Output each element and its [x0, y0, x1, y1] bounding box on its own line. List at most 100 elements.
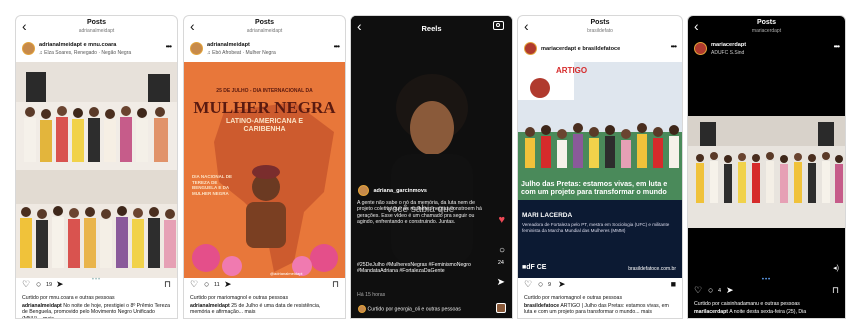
reels-screen: você sabia que ‹ Reels adriana_garcinmov… [350, 15, 513, 319]
liked-by-text[interactable]: Curtido por mnu.coara e outras pessoas [22, 295, 115, 301]
reel-username[interactable]: adriana_garcinmovs [373, 188, 427, 194]
liked-by-text[interactable]: Curtido por georgia_oli e outras pessoas [367, 306, 460, 312]
share-icon[interactable]: ➤ [224, 280, 232, 289]
more-options-icon[interactable]: ••• [166, 42, 172, 51]
post-screen-2: ‹ Posts adrianalmeidapt adrianalmeidapt … [183, 15, 346, 319]
like-heart-icon[interactable]: ♡ [694, 286, 702, 295]
post-caption: adrianalmeidapt No noite de hoje, presti… [22, 303, 171, 318]
top-bar: ‹ Reels [351, 16, 512, 38]
article-photo-illustration [518, 62, 682, 278]
article-headline: Julho das Pretas: estamos vivas, em luta… [521, 179, 668, 197]
comment-icon[interactable]: ○ [36, 280, 41, 289]
save-bookmark-icon[interactable]: ⊓ [332, 280, 339, 289]
liked-by-text[interactable]: Curtido por caixinhadamanu e outras pess… [694, 301, 800, 307]
post-screen-5: ‹ Posts mariacerdapt mariacerdapt ADUFC … [687, 15, 846, 319]
mute-icon[interactable]: ◂) [833, 264, 839, 272]
reel-liked-by: Curtido por georgia_oli e outras pessoas [358, 305, 461, 313]
more-options-icon[interactable]: ••• [834, 42, 840, 51]
share-icon[interactable]: ➤ [497, 278, 505, 288]
post-poster[interactable]: 25 DE JULHO - DIA INTERNACIONAL DA MULHE… [184, 62, 345, 278]
article-site: brasildefatoce.com.br [628, 266, 676, 272]
action-bar: ♡ ○ 9 ➤ ■ [518, 280, 682, 294]
avatar[interactable] [358, 305, 366, 313]
post-screen-4: ‹ Posts brasildefato mariacerdapt e bras… [517, 15, 683, 319]
article-card[interactable]: ARTIGO Julho das Pretas: estamos vivas, … [518, 62, 682, 278]
top-bar: ‹ Posts brasildefato [518, 16, 682, 38]
share-icon[interactable]: ➤ [56, 280, 64, 289]
like-heart-icon[interactable]: ♥ [498, 215, 505, 226]
save-bookmark-icon[interactable]: ⊓ [832, 286, 839, 295]
caption-text: A noite desta sexta-feira (25), Dia [729, 309, 807, 315]
save-bookmark-icon[interactable]: ⊓ [164, 280, 171, 289]
avatar[interactable] [22, 42, 35, 55]
article-tag: ARTIGO [556, 66, 588, 75]
avatar[interactable] [358, 185, 369, 197]
avatar[interactable] [524, 42, 537, 55]
liked-by-text[interactable]: Curtido por mariomagnol e outras pessoas [190, 295, 288, 301]
post-audio[interactable]: ♫ Ebó Afrobeat · Mulher Negra [207, 50, 276, 56]
post-username[interactable]: mariacerdapt e brasildefatoce [541, 46, 620, 52]
post-username[interactable]: adrianalmeidapt e mnu.coara [39, 42, 116, 48]
caption-username[interactable]: adrianalmeidapt [190, 303, 230, 309]
share-icon[interactable]: ➤ [558, 280, 566, 289]
reel-hashtags[interactable]: #25DeJulho #MulheresNegras #FeminismoNeg… [357, 262, 490, 288]
group-photo-illustration [16, 62, 177, 278]
post-audio[interactable]: ♫ Elza Soares, Renegado · Negão Negra [39, 50, 131, 56]
more-options-icon[interactable]: ••• [334, 42, 340, 51]
reel-audio-thumbnail[interactable] [496, 303, 506, 313]
more-options-icon[interactable]: ••• [671, 42, 677, 51]
brasil-de-fato-logo: ■dF CE [522, 264, 547, 271]
liked-by-text[interactable]: Curtido por mariomagnol e outras pessoas [524, 295, 622, 301]
screen-title: Posts [756, 19, 777, 26]
top-bar: ‹ Posts adrianalmeidapt [184, 16, 345, 38]
screen-title: Posts [590, 19, 610, 26]
post-header: adrianalmeidapt ♫ Ebó Afrobeat · Mulher … [184, 38, 345, 62]
caption-username[interactable]: brasildefatoce [524, 303, 559, 309]
carousel-dots: ••• [761, 277, 772, 283]
post-caption: marilacerdapt A noite desta sexta-feira … [694, 309, 839, 318]
avatar[interactable] [190, 42, 203, 55]
caption-username[interactable]: adrianalmeidapt [22, 303, 62, 309]
comment-count: 19 [46, 282, 53, 288]
post-header: adrianalmeidapt e mnu.coara ♫ Elza Soare… [16, 38, 177, 62]
like-heart-icon[interactable]: ♡ [524, 280, 532, 289]
camera-icon[interactable] [493, 21, 504, 30]
save-bookmark-icon[interactable]: ■ [671, 280, 676, 289]
comment-icon[interactable]: ○ [538, 280, 543, 289]
reel-author: adriana_garcinmovs [358, 182, 427, 200]
comment-icon[interactable]: ○ [708, 286, 713, 295]
screen-title: Reels [421, 24, 442, 33]
share-icon[interactable]: ➤ [726, 286, 734, 295]
action-bar: ♡ ○ 19 ➤ ••• ⊓ [16, 277, 177, 294]
poster-date: 25 DE JULHO - DIA INTERNACIONAL DA [216, 88, 313, 94]
caption-username[interactable]: marilacerdapt [694, 309, 728, 315]
article-author-bio: Vereadora de Fortaleza pelo PT, mestra e… [522, 222, 670, 233]
post-photo[interactable] [16, 62, 177, 278]
comment-icon[interactable]: ○ [204, 280, 209, 289]
screen-subtitle: brasildefato [587, 28, 613, 34]
post-subline[interactable]: ADUFC S.Sind [711, 50, 744, 56]
action-bar: ♡ ○ 4 ➤ ••• ⊓ [688, 277, 845, 300]
carousel-dots: ••• [91, 277, 102, 283]
post-header: mariacerdapt ADUFC S.Sind ••• [688, 38, 845, 62]
avatar[interactable] [694, 42, 707, 55]
post-video[interactable]: ◂) [688, 62, 845, 278]
post-caption: brasildefatoce ARTIGO | Julho das Pretas… [524, 303, 676, 318]
comment-count: 24 [497, 260, 504, 266]
screen-subtitle: mariacerdapt [751, 28, 782, 34]
post-header: mariacerdapt e brasildefatoce ••• [518, 38, 682, 62]
reel-time: Há 15 horas [357, 292, 386, 298]
like-heart-icon[interactable]: ♡ [190, 280, 198, 289]
comment-icon[interactable]: ○ [499, 246, 505, 256]
post-username[interactable]: adrianalmeidapt [207, 42, 250, 48]
poster-title: MULHER NEGRA [193, 98, 336, 117]
screen-title: Posts [86, 19, 107, 26]
like-heart-icon[interactable]: ♡ [22, 280, 30, 289]
comment-count: 4 [718, 288, 722, 294]
poster-subtitle-line2: CARIBENHA [243, 126, 286, 133]
reel-caption: A gente não sabe o nó da memória, da lut… [357, 200, 482, 226]
poster-handle: @adrianalmeidapt [270, 271, 303, 276]
post-caption: adrianalmeidapt 25 de Julho é uma data d… [190, 303, 339, 318]
top-bar: ‹ Posts mariacerdapt [688, 16, 845, 38]
post-username[interactable]: mariacerdapt [711, 42, 746, 48]
